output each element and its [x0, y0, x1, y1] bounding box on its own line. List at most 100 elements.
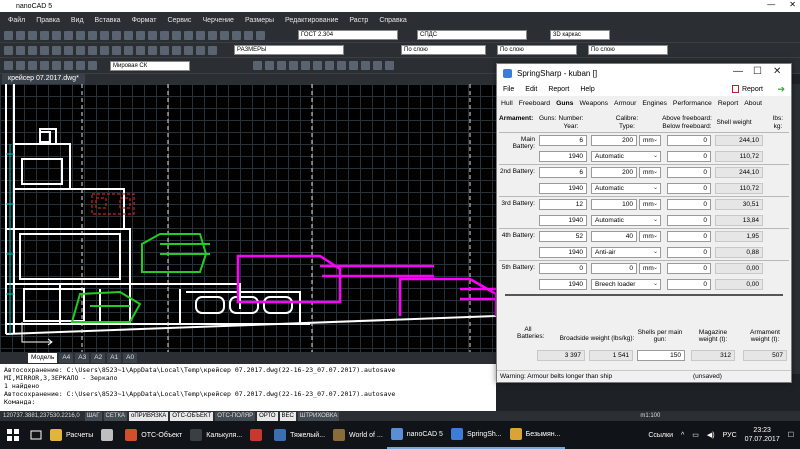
battery-number-input[interactable]: 12 [539, 199, 587, 210]
cut-icon[interactable] [52, 30, 61, 40]
layers-icon[interactable] [148, 30, 157, 40]
command-line[interactable]: Автосохранение: C:\Users\8523~1\AppData\… [0, 364, 496, 411]
tab-a0[interactable]: A0 [123, 353, 138, 363]
snap-perpendicular-icon[interactable] [337, 61, 346, 70]
tab-a1[interactable]: A1 [107, 353, 122, 363]
ucs-combo[interactable]: Мировая СК [110, 60, 190, 71]
save-icon[interactable] [28, 30, 37, 40]
battery-unit-select[interactable]: mm ⌄ [639, 263, 661, 274]
paste-icon[interactable] [76, 30, 85, 40]
language-indicator[interactable]: РУС [723, 432, 737, 439]
drawing-canvas[interactable] [0, 84, 496, 352]
battery-type-select[interactable]: Automatic ⌄ [591, 215, 661, 226]
command-prompt[interactable]: Команда: [4, 398, 492, 406]
forward-arrow-icon[interactable]: ➔ [777, 84, 785, 95]
clock[interactable]: 23:23 07.07.2017 [745, 426, 780, 444]
status-hatch[interactable]: ШТРИХОВКА [297, 411, 340, 421]
battery-calibre-input[interactable]: 40 [591, 231, 637, 242]
menu-insert[interactable]: Вставка [95, 17, 121, 24]
snap-center-icon[interactable] [277, 61, 286, 70]
ucs-world-icon[interactable] [16, 61, 25, 70]
tab-a4[interactable]: A4 [59, 353, 74, 363]
ucs-origin-icon[interactable] [28, 61, 37, 70]
notifications-icon[interactable]: ☐ [788, 431, 794, 439]
battery-calibre-input[interactable]: 200 [591, 167, 637, 178]
leader-icon[interactable] [232, 30, 241, 40]
taskbar-item[interactable] [246, 421, 270, 449]
tab-guns[interactable]: Guns [556, 100, 573, 107]
ucs-y-icon[interactable] [88, 61, 97, 70]
status-polar[interactable]: ОТС-ПОЛЯР [215, 411, 256, 421]
battery-below-freeboard-input[interactable]: 0 [667, 151, 711, 162]
battery-number-input[interactable]: 52 [539, 231, 587, 242]
taskbar-item[interactable]: nanoCAD 5 [386, 421, 447, 449]
tab-a3[interactable]: A3 [75, 353, 90, 363]
battery-calibre-input[interactable]: 0 [591, 263, 637, 274]
battery-year-input[interactable]: 1940 [539, 279, 587, 290]
snap-parallel-icon[interactable] [373, 61, 382, 70]
draw-rect-icon[interactable] [52, 45, 61, 55]
battery-above-freeboard-input[interactable]: 0 [667, 231, 711, 242]
offset-icon[interactable] [100, 45, 109, 55]
battery-unit-select[interactable]: mm ⌄ [639, 135, 661, 146]
draw-polyline-icon[interactable] [16, 45, 25, 55]
spds-combo[interactable]: СПДС [417, 30, 527, 40]
battery-unit-select[interactable]: mm ⌄ [639, 199, 661, 210]
extend-icon[interactable] [124, 45, 133, 55]
snap-endpoint-icon[interactable] [253, 61, 262, 70]
menu-file[interactable]: Файл [8, 17, 25, 24]
battery-calibre-input[interactable]: 100 [591, 199, 637, 210]
tab-engines[interactable]: Engines [642, 100, 667, 107]
tab-performance[interactable]: Performance [673, 100, 712, 107]
menu-raster[interactable]: Растр [349, 17, 368, 24]
shells-per-gun-input[interactable]: 150 [637, 350, 685, 361]
draw-circle-icon[interactable] [28, 45, 37, 55]
draw-line-icon[interactable] [4, 45, 13, 55]
ucs-icon[interactable] [4, 61, 13, 70]
battery-year-input[interactable]: 1940 [539, 183, 587, 194]
start-button[interactable] [0, 421, 26, 449]
close-icon[interactable]: ✕ [789, 0, 796, 9]
draw-arc-icon[interactable] [40, 45, 49, 55]
battery-year-input[interactable]: 1940 [539, 215, 587, 226]
battery-calibre-input[interactable]: 200 [591, 135, 637, 146]
standard-combo[interactable]: ГОСТ 2.304 [298, 30, 398, 40]
spds-icon[interactable] [256, 30, 265, 40]
view-style-combo[interactable]: 3D каркас [550, 30, 610, 40]
mirror-icon[interactable] [88, 45, 97, 55]
menu-view[interactable]: Вид [71, 17, 84, 24]
copy-icon[interactable] [64, 30, 73, 40]
taskbar-item[interactable]: World of ... [329, 421, 387, 449]
ucs-view-icon[interactable] [40, 61, 49, 70]
ss-menu-file[interactable]: File [503, 86, 514, 93]
menu-modify[interactable]: Редактирование [285, 17, 338, 24]
snap-node-icon[interactable] [289, 61, 298, 70]
battery-below-freeboard-input[interactable]: 0 [667, 279, 711, 290]
move-icon[interactable] [64, 45, 73, 55]
style-icon[interactable] [244, 30, 253, 40]
menu-format[interactable]: Формат [132, 17, 157, 24]
block-icon[interactable] [196, 30, 205, 40]
ucs-object-icon[interactable] [52, 61, 61, 70]
tab-about[interactable]: About [744, 100, 762, 107]
redo-icon[interactable] [100, 30, 109, 40]
explode-icon[interactable] [148, 45, 157, 55]
zoom-icon[interactable] [112, 30, 121, 40]
text-icon[interactable] [172, 30, 181, 40]
battery-year-input[interactable]: 1940 [539, 151, 587, 162]
snap-none-icon[interactable] [385, 61, 394, 70]
links-toolbar[interactable]: Ссылки [648, 432, 673, 439]
array-icon[interactable] [160, 45, 169, 55]
status-ortho[interactable]: ОРТО [257, 411, 278, 421]
measure-icon[interactable] [160, 30, 169, 40]
fillet-icon[interactable] [136, 45, 145, 55]
taskbar-item[interactable]: Расчеты [46, 421, 97, 449]
report-button[interactable]: Report [731, 85, 763, 93]
ss-menu-help[interactable]: Help [580, 86, 594, 93]
linetype-combo-2[interactable]: По слою [497, 45, 577, 55]
battery-unit-select[interactable]: mm ⌄ [639, 231, 661, 242]
battery-type-select[interactable]: Anti-air ⌄ [591, 247, 661, 258]
menu-edit[interactable]: Правка [36, 17, 60, 24]
sun-icon[interactable] [196, 45, 205, 55]
ss-menu-edit[interactable]: Edit [525, 86, 537, 93]
